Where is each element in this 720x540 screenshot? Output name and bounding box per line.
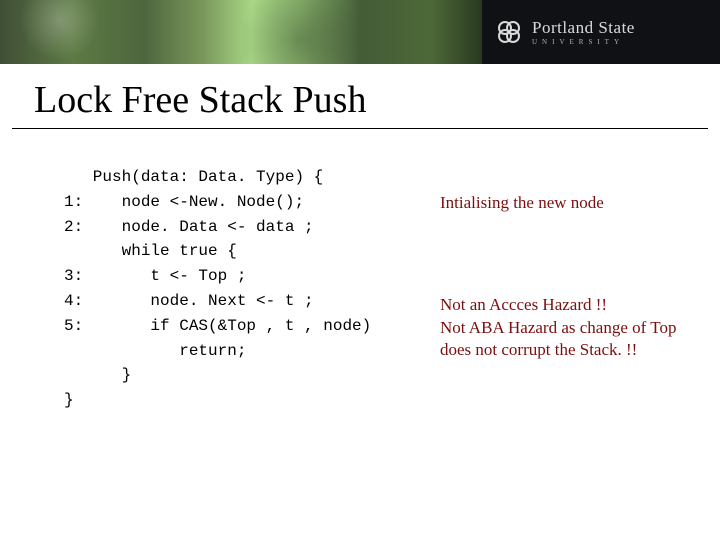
annotation-not-access-hazard: Not an Accces Hazard !! (440, 294, 700, 316)
interlock-icon (494, 17, 524, 47)
university-branding: Portland State UNIVERSITY (482, 0, 720, 64)
university-subtitle: UNIVERSITY (532, 39, 635, 46)
university-logo: Portland State UNIVERSITY (494, 17, 635, 47)
university-name: Portland State (532, 19, 635, 36)
annotation-not-aba-hazard: Not ABA Hazard as change of Top does not… (440, 317, 700, 361)
header-banner: Portland State UNIVERSITY (0, 0, 720, 64)
annotation-initialising: Intialising the new node (440, 192, 700, 214)
slide-title: Lock Free Stack Push (12, 64, 708, 129)
slide-body: Push(data: Data. Type) { 1: node <-New. … (0, 129, 720, 413)
